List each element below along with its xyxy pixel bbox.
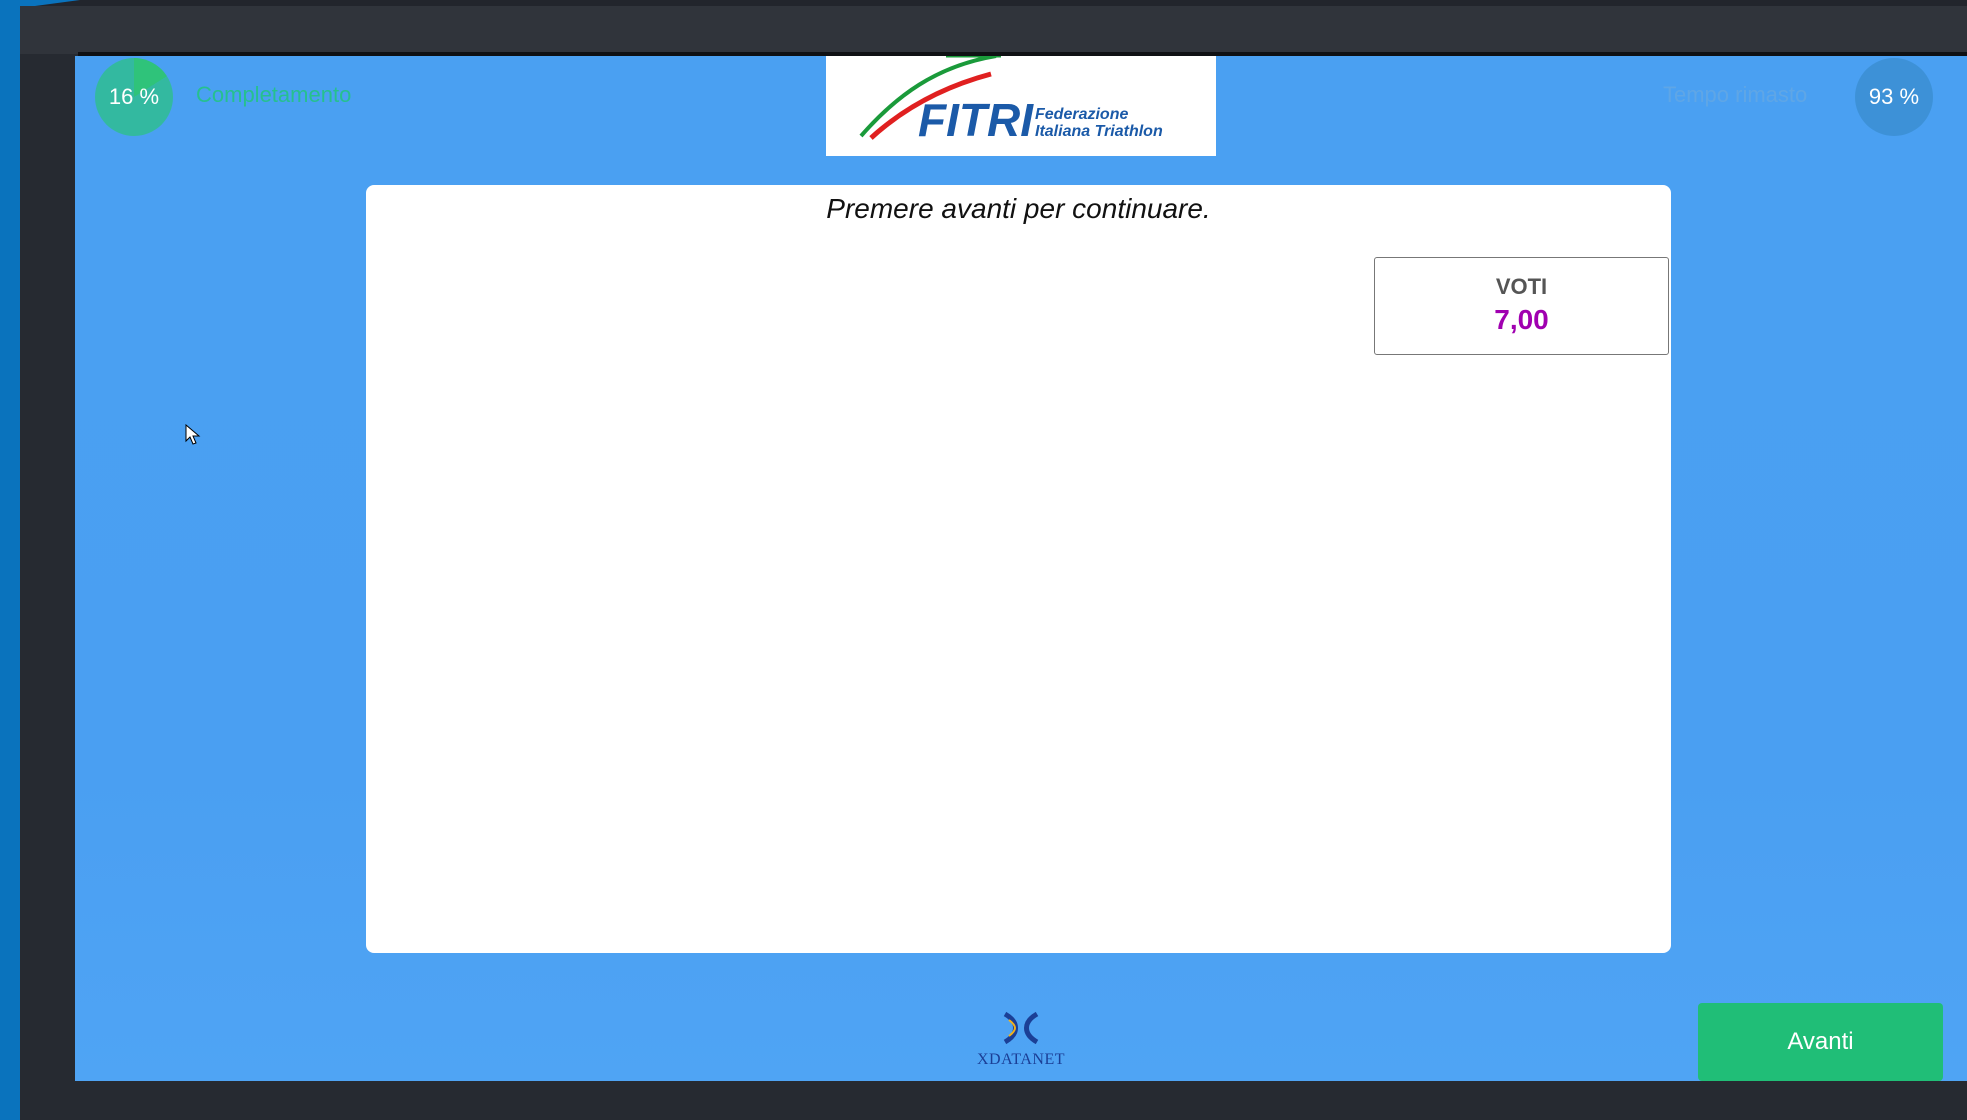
logo-line2: Italiana Triathlon <box>1035 123 1163 140</box>
logo-brand: FITRI <box>918 94 1034 146</box>
time-remaining-value: 93 % <box>1868 84 1920 109</box>
question-card: Premere avanti per continuare. VOTI 7,00 <box>366 185 1671 953</box>
time-remaining-ring: 93 % <box>1855 58 1933 136</box>
window-top-bar <box>20 6 1967 54</box>
completion-label: Completamento <box>196 82 352 107</box>
completion-progress-ring: 16 % <box>95 58 173 136</box>
votes-title: VOTI <box>1495 274 1548 299</box>
time-remaining-label: Tempo rimasto <box>1663 82 1808 107</box>
window-left-edge <box>0 0 80 1120</box>
xdatanet-logo: XDATANET <box>971 1010 1071 1069</box>
fitri-logo-graphic: FITRI Federazione Italiana Triathlon <box>859 56 1163 146</box>
votes-value: 7,00 <box>1494 304 1549 335</box>
instruction-text: Premere avanti per continuare. <box>826 193 1211 224</box>
mouse-cursor-icon <box>185 424 201 445</box>
logo-line1: Federazione <box>1035 106 1128 123</box>
votes-box: VOTI 7,00 <box>1374 257 1669 355</box>
xdatanet-icon <box>1003 1011 1039 1045</box>
completion-value: 16 % <box>108 84 160 109</box>
survey-stage: 16 % Completamento Tempo rimasto 93 % FI… <box>75 56 1967 1081</box>
fitri-logo: FITRI Federazione Italiana Triathlon <box>826 56 1216 156</box>
xdatanet-text: XDATANET <box>976 1051 1066 1068</box>
next-button[interactable]: Avanti <box>1698 1003 1943 1081</box>
